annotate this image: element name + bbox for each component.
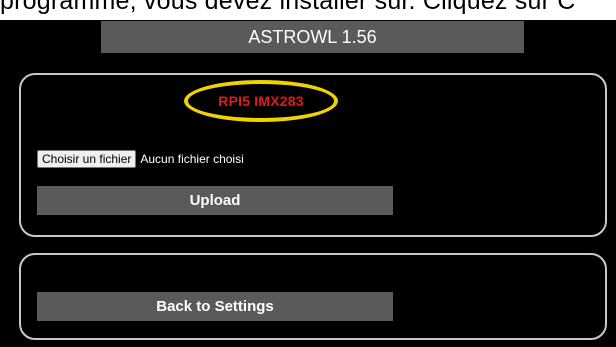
device-label: RPI5 IMX283 — [218, 93, 304, 109]
file-input-row: Choisir un fichier Aucun fichier choisi — [37, 150, 244, 168]
app-title: ASTROWL 1.56 — [101, 21, 524, 53]
document-text: programme, vous devez installer sur. Cli… — [0, 0, 576, 15]
device-highlight-ellipse: RPI5 IMX283 — [184, 80, 338, 122]
upload-button[interactable]: Upload — [37, 186, 393, 215]
document-text-strip: programme, vous devez installer sur. Cli… — [0, 0, 616, 20]
file-status-text: Aucun fichier choisi — [140, 152, 244, 166]
choose-file-button[interactable]: Choisir un fichier — [37, 150, 137, 168]
back-to-settings-button[interactable]: Back to Settings — [37, 292, 393, 321]
